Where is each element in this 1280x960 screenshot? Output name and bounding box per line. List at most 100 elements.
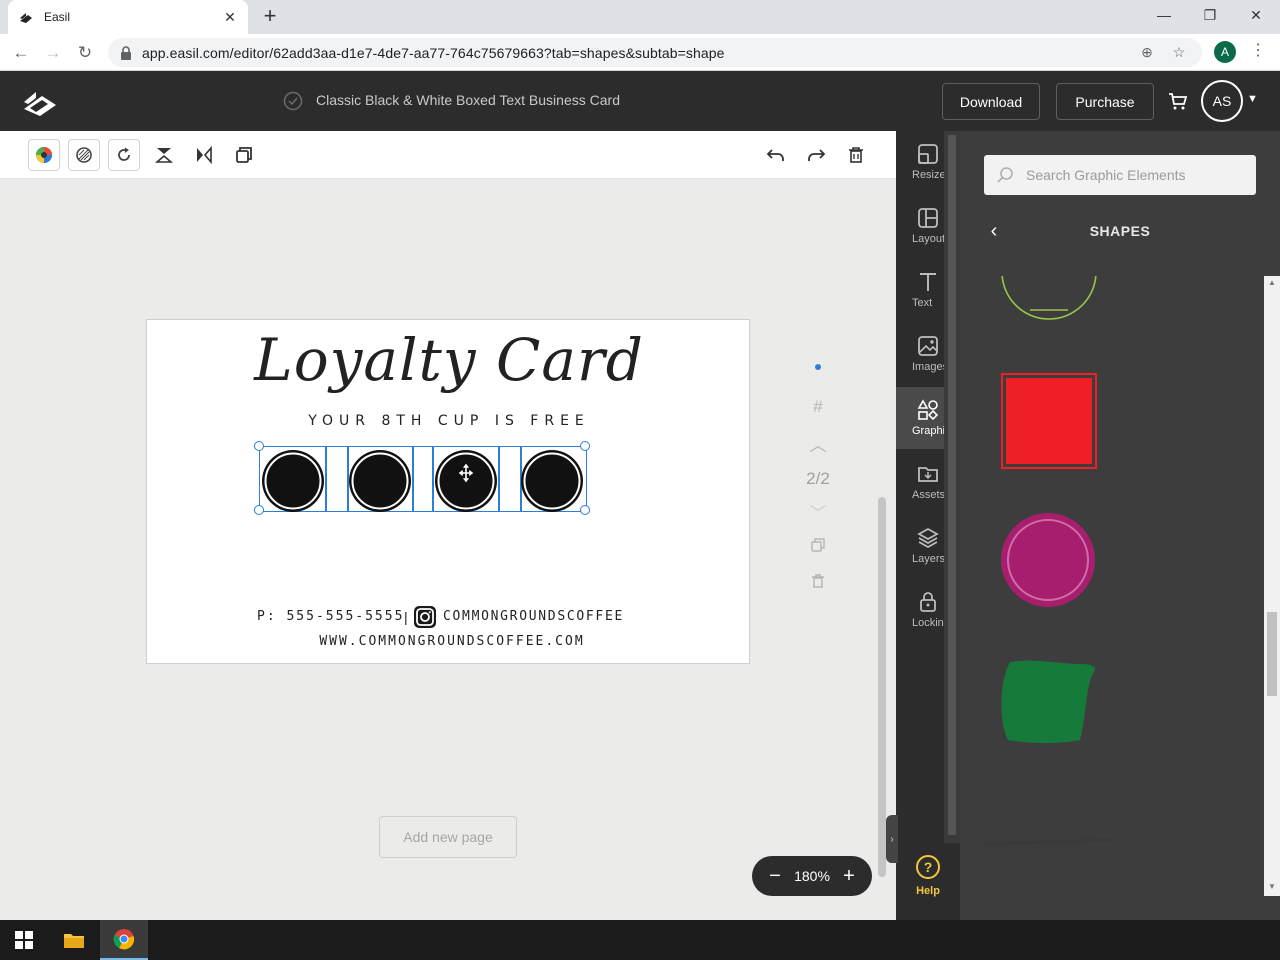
shape-green-semicircle[interactable] <box>1000 276 1100 332</box>
side-tab-scrollbar[interactable] <box>944 131 960 843</box>
document-title[interactable]: Classic Black & White Boxed Text Busines… <box>316 92 620 108</box>
page-down-icon[interactable]: ﹀ <box>800 499 836 523</box>
forward-button[interactable]: → <box>40 40 66 66</box>
transparency-icon <box>76 147 92 163</box>
graphics-icon <box>917 399 939 421</box>
shape-green-blob[interactable] <box>1000 660 1100 745</box>
tab-close-icon[interactable]: ✕ <box>222 9 238 26</box>
delete-button[interactable] <box>840 139 872 171</box>
stamp-circle[interactable] <box>434 449 498 513</box>
flip-vertical-button[interactable] <box>148 139 180 171</box>
editor-toolbar <box>0 131 896 179</box>
download-button[interactable]: Download <box>942 83 1040 120</box>
redo-button[interactable] <box>800 139 832 171</box>
cart-icon[interactable] <box>1168 91 1188 111</box>
zoom-out-button[interactable]: − <box>766 866 784 886</box>
bookmark-star-icon[interactable]: ☆ <box>1170 44 1188 62</box>
lock-icon <box>121 45 131 60</box>
new-tab-button[interactable]: + <box>258 5 282 29</box>
close-window-button[interactable]: ✕ <box>1233 0 1279 30</box>
graphics-panel: ‹ SHAPES <box>960 131 1280 920</box>
transparency-button[interactable] <box>68 139 100 171</box>
search-field[interactable] <box>984 155 1256 195</box>
resize-handle-top-left[interactable] <box>254 441 264 451</box>
chrome-icon[interactable] <box>100 920 148 960</box>
app-header: Classic Black & White Boxed Text Busines… <box>0 71 1280 131</box>
flip-horizontal-icon <box>197 146 212 164</box>
card-phone-text[interactable]: P: 555-555-5555 <box>257 609 404 624</box>
question-icon: ? <box>916 855 940 879</box>
undo-button[interactable] <box>760 139 792 171</box>
purchase-button[interactable]: Purchase <box>1056 83 1154 120</box>
user-avatar[interactable]: AS <box>1201 80 1243 122</box>
assets-icon <box>918 467 938 482</box>
card-subtitle-text[interactable]: YOUR 8TH CUP IS FREE <box>147 413 751 429</box>
selected-stamp-group[interactable] <box>254 441 590 515</box>
resize-handle-bottom-right[interactable] <box>580 505 590 515</box>
chevron-down-icon[interactable]: ▼ <box>1247 93 1258 105</box>
instagram-icon[interactable] <box>413 605 437 629</box>
scroll-thumb[interactable] <box>1267 612 1277 696</box>
zoom-level[interactable]: 180% <box>794 868 830 884</box>
reload-button[interactable]: ↻ <box>72 40 98 66</box>
grid-divider <box>325 447 327 511</box>
easil-logo-icon[interactable] <box>22 84 58 118</box>
page-up-icon[interactable]: ︿ <box>800 431 836 455</box>
windows-taskbar <box>0 920 1280 960</box>
page-count: 2/2 <box>806 469 830 488</box>
text-icon <box>920 273 936 291</box>
card-separator: | <box>404 609 408 625</box>
search-input[interactable] <box>1026 167 1246 183</box>
card-instagram-handle[interactable]: COMMONGROUNDSCOFFEE <box>443 609 624 624</box>
rotate-button[interactable] <box>108 139 140 171</box>
shape-magenta-circle[interactable] <box>1000 512 1100 612</box>
omnibox[interactable]: app.easil.com/editor/62add3aa-d1e7-4de7-… <box>108 38 1202 67</box>
restore-button[interactable]: ❐ <box>1187 0 1233 30</box>
duplicate-button[interactable] <box>228 139 260 171</box>
easil-favicon-icon <box>20 13 32 23</box>
add-new-page-button[interactable]: Add new page <box>379 816 517 858</box>
help-button[interactable]: ? Help <box>896 845 960 905</box>
color-icon <box>36 147 52 163</box>
color-button[interactable] <box>28 139 60 171</box>
browser-menu-icon[interactable]: ⋮ <box>1250 42 1266 62</box>
help-label: Help <box>916 885 940 897</box>
scroll-down-icon[interactable]: ▼ <box>1264 880 1280 894</box>
zoom-in-button[interactable]: + <box>840 866 858 886</box>
card-website-text[interactable]: WWW.COMMONGROUNDSCOFFEE.COM <box>147 634 751 649</box>
panel-scrollbar[interactable]: ▲ ▼ <box>1264 276 1280 896</box>
stamp-circle[interactable] <box>520 449 584 513</box>
resize-handle-top-right[interactable] <box>580 441 590 451</box>
delete-page-icon[interactable] <box>800 569 836 593</box>
stamp-circle[interactable] <box>348 449 412 513</box>
url-text: app.easil.com/editor/62add3aa-d1e7-4de7-… <box>142 44 725 61</box>
file-explorer-icon[interactable] <box>50 920 98 960</box>
browser-tab[interactable]: Easil ✕ <box>8 0 248 34</box>
undo-icon <box>766 149 784 161</box>
minimize-button[interactable]: — <box>1141 0 1187 30</box>
back-button[interactable]: ← <box>8 40 34 66</box>
install-app-icon[interactable]: ⊕ <box>1138 44 1156 62</box>
scroll-up-icon[interactable]: ▲ <box>1264 276 1280 290</box>
resize-icon <box>918 144 938 164</box>
browser-profile-avatar[interactable]: A <box>1214 41 1236 63</box>
canvas-scrollbar[interactable] <box>878 497 886 877</box>
duplicate-page-icon[interactable] <box>800 533 836 557</box>
trash-icon <box>849 147 863 163</box>
windows-start-icon[interactable] <box>0 920 48 960</box>
flip-vertical-icon <box>155 148 173 163</box>
card-title-text[interactable]: Loyalty Card <box>147 326 751 394</box>
flip-horizontal-button[interactable] <box>188 139 220 171</box>
resize-handle-bottom-left[interactable] <box>254 505 264 515</box>
current-page-dot-icon <box>800 355 836 379</box>
redo-icon <box>808 149 826 161</box>
shape-red-square[interactable] <box>1000 372 1100 472</box>
images-icon <box>918 336 938 356</box>
layouts-icon <box>918 208 938 228</box>
grid-divider <box>498 447 500 511</box>
saved-check-icon <box>283 91 303 111</box>
grid-view-icon[interactable]: # <box>800 395 836 419</box>
stamp-circle[interactable] <box>261 449 325 513</box>
rotate-icon <box>118 147 130 161</box>
shape-dark-line[interactable] <box>984 836 1116 848</box>
